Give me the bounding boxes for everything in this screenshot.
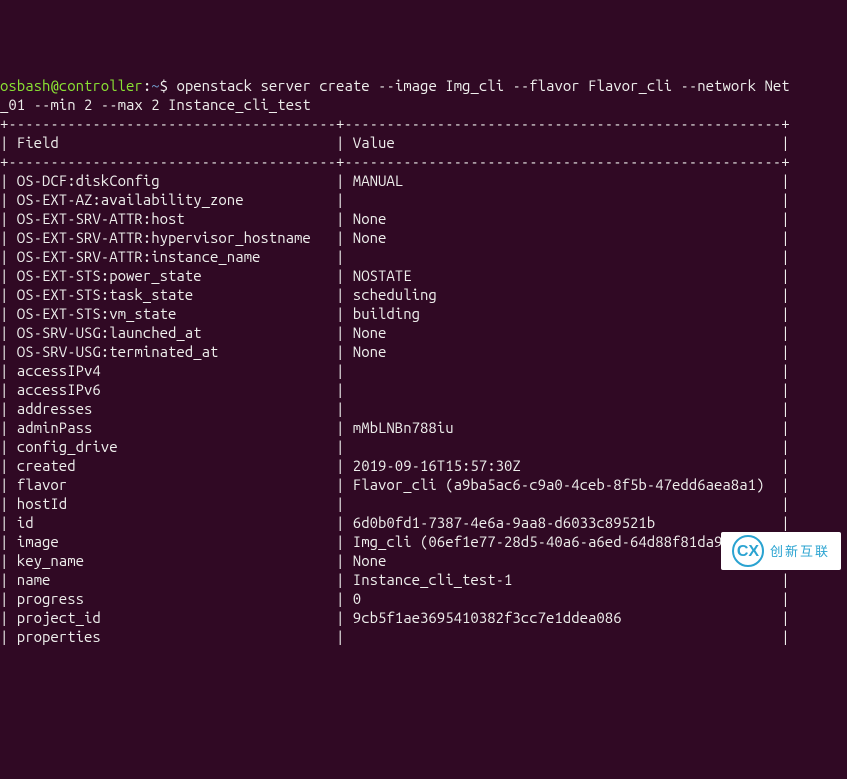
prompt-symbol: $ [160,77,177,94]
watermark-glyph: CX [732,535,764,567]
table-row: | OS-SRV-USG:terminated_at | None | [0,343,790,360]
table-row: | config_drive | | [0,438,790,455]
table-row: | accessIPv6 | | [0,381,790,398]
table-row: | OS-EXT-SRV-ATTR:host | None | [0,210,790,227]
prompt-path: ~ [151,77,159,94]
table-row: | OS-EXT-SRV-ATTR:hypervisor_hostname | … [0,229,790,246]
table-row: | OS-EXT-SRV-ATTR:instance_name | | [0,248,790,265]
table-row: | key_name | None | [0,552,790,569]
table-row: | OS-EXT-STS:power_state | NOSTATE | [0,267,790,284]
table-row: | progress | 0 | [0,590,790,607]
table-row: | name | Instance_cli_test-1 | [0,571,790,588]
table-row: | flavor | Flavor_cli (a9ba5ac6-c9a0-4ce… [0,476,790,493]
table-row: | hostId | | [0,495,790,512]
table-row: | addresses | | [0,400,790,417]
table-row: | OS-EXT-STS:vm_state | building | [0,305,790,322]
table-sep-mid: +---------------------------------------… [0,153,790,170]
prompt-user-host: osbash@controller [0,77,143,94]
table-row: | OS-DCF:diskConfig | MANUAL | [0,172,790,189]
table-row: | properties | | [0,628,790,645]
table-row: | accessIPv4 | | [0,362,790,379]
table-header: | Field | Value | [0,134,790,151]
table-row: | project_id | 9cb5f1ae3695410382f3cc7e1… [0,609,790,626]
table-sep-top: +---------------------------------------… [0,115,790,132]
watermark-text: 创新互联 [770,542,830,561]
prompt-colon: : [143,77,151,94]
table-row: | OS-EXT-STS:task_state | scheduling | [0,286,790,303]
watermark-logo: CX 创新互联 [721,532,841,570]
table-row: | OS-SRV-USG:launched_at | None | [0,324,790,341]
table-row: | adminPass | mMbLNBn788iu | [0,419,790,436]
table-row: | created | 2019-09-16T15:57:30Z | [0,457,790,474]
table-row: | OS-EXT-AZ:availability_zone | | [0,191,790,208]
table-row: | image | Img_cli (06ef1e77-28d5-40a6-a6… [0,533,790,550]
table-row: | id | 6d0b0fd1-7387-4e6a-9aa8-d6033c895… [0,514,790,531]
command-line-cont: _01 --min 2 --max 2 Instance_cli_test [0,96,311,113]
terminal-output[interactable]: osbash@controller:~$ openstack server cr… [0,76,847,646]
command-line: openstack server create --image Img_cli … [176,77,789,94]
